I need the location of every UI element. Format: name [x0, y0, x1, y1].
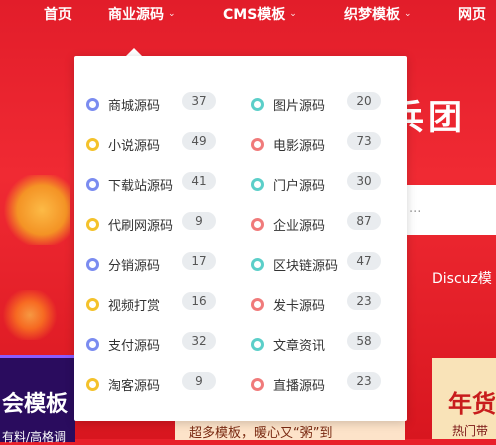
nav-commercial-source-label: 商业源码 — [108, 7, 164, 23]
dropdown-item-video-reward[interactable]: 视频打赏 16 — [86, 284, 236, 324]
chevron-down-icon: ⌄ — [168, 9, 176, 19]
promo-card-right-title: 年货 — [448, 390, 496, 418]
dropdown-item-label: 文章资讯 — [273, 338, 326, 354]
search-input[interactable]: ... — [395, 185, 496, 235]
promo-card-left-title: 会模板 — [2, 392, 69, 417]
chevron-down-icon: ⌄ — [289, 9, 297, 19]
ring-dot-icon — [86, 177, 99, 191]
dropdown-item-blockchain[interactable]: 区块链源码 47 — [251, 244, 401, 284]
promo-card-left[interactable]: 会模板 有料/高格调 — [0, 355, 75, 444]
dropdown-item-label: 分销源码 — [108, 258, 161, 274]
promo-card-right[interactable]: 年货 热门带 — [432, 358, 496, 439]
count-badge: 87 — [347, 212, 381, 230]
dropdown-item-label: 区块链源码 — [273, 258, 339, 274]
ring-dot-icon — [251, 337, 264, 351]
ring-dot-icon — [251, 377, 264, 391]
dropdown-item-image[interactable]: 图片源码 20 — [251, 84, 401, 124]
dropdown-item-label: 支付源码 — [108, 338, 161, 354]
ring-dot-icon — [251, 217, 264, 231]
dropdown-item-movie[interactable]: 电影源码 73 — [251, 124, 401, 164]
count-badge: 23 — [347, 292, 381, 310]
promo-card-right-subtitle: 热门带 — [452, 424, 489, 438]
nav-dede-templates[interactable]: 织梦模板 ⌄ — [344, 4, 412, 24]
ring-dot-icon — [251, 257, 264, 271]
count-badge: 30 — [347, 172, 381, 190]
nav-commercial-source[interactable]: 商业源码 ⌄ — [108, 4, 176, 24]
count-badge: 41 — [182, 172, 216, 190]
count-badge: 58 — [347, 332, 381, 350]
ring-dot-icon — [86, 137, 99, 151]
dropdown-item-label: 企业源码 — [273, 218, 326, 234]
count-badge: 16 — [182, 292, 216, 310]
firework-decoration — [0, 290, 60, 340]
count-badge: 9 — [182, 372, 216, 390]
dropdown-item-mall[interactable]: 商城源码 37 — [86, 84, 236, 124]
ring-dot-icon — [251, 97, 264, 111]
dropdown-item-live[interactable]: 直播源码 23 — [251, 364, 401, 404]
dropdown-item-label: 门户源码 — [273, 178, 326, 194]
ring-dot-icon — [86, 337, 99, 351]
dropdown-item-label: 电影源码 — [273, 138, 326, 154]
count-badge: 49 — [182, 132, 216, 150]
nav-web-label: 网页 — [458, 7, 486, 23]
dropdown-item-label: 下载站源码 — [108, 178, 174, 194]
dropdown-item-label: 视频打赏 — [108, 298, 161, 314]
dropdown-item-card-issue[interactable]: 发卡源码 23 — [251, 284, 401, 324]
nav-web[interactable]: 网页 — [458, 4, 486, 24]
dropdown-item-payment[interactable]: 支付源码 32 — [86, 324, 236, 364]
dropdown-item-taoke[interactable]: 淘客源码 9 — [86, 364, 236, 404]
count-badge: 47 — [347, 252, 381, 270]
dropdown-item-article[interactable]: 文章资讯 58 — [251, 324, 401, 364]
nav-cms-templates[interactable]: CMS模板 ⌄ — [223, 4, 297, 24]
commercial-source-dropdown: 商城源码 37 小说源码 49 下载站源码 41 代刷网源码 9 分销源码 17 视频打赏… — [74, 56, 407, 421]
chevron-down-icon: ⌄ — [404, 9, 412, 19]
dropdown-item-proxy-site[interactable]: 代刷网源码 9 — [86, 204, 236, 244]
count-badge: 17 — [182, 252, 216, 270]
nav-cms-templates-label: CMS模板 — [223, 7, 286, 23]
ring-dot-icon — [86, 97, 99, 111]
promo-card-mid-text: 超多模板，暖心又“粥”到 — [189, 426, 333, 441]
ring-dot-icon — [86, 257, 99, 271]
dropdown-item-label: 发卡源码 — [273, 298, 326, 314]
dropdown-item-label: 商城源码 — [108, 98, 161, 114]
nav-home[interactable]: 首页 — [44, 4, 72, 24]
promo-card-left-subtitle: 有料/高格调 — [2, 430, 67, 444]
count-badge: 37 — [182, 92, 216, 110]
ring-dot-icon — [86, 377, 99, 391]
dropdown-item-distribution[interactable]: 分销源码 17 — [86, 244, 236, 284]
ring-dot-icon — [251, 137, 264, 151]
count-badge: 23 — [347, 372, 381, 390]
dropdown-item-label: 直播源码 — [273, 378, 326, 394]
nav-home-label: 首页 — [44, 7, 72, 23]
top-navigation: 首页 商业源码 ⌄ CMS模板 ⌄ 织梦模板 ⌄ 网页 — [0, 0, 496, 28]
gold-ingot-decoration — [0, 175, 70, 245]
dropdown-item-label: 图片源码 — [273, 98, 326, 114]
dropdown-item-download-site[interactable]: 下载站源码 41 — [86, 164, 236, 204]
dropdown-item-label: 小说源码 — [108, 138, 161, 154]
discuz-link[interactable]: Discuz模 — [432, 268, 492, 288]
nav-dede-templates-label: 织梦模板 — [344, 7, 400, 23]
dropdown-item-label: 代刷网源码 — [108, 218, 174, 234]
count-badge: 32 — [182, 332, 216, 350]
dropdown-pointer — [126, 48, 142, 56]
ring-dot-icon — [251, 297, 264, 311]
dropdown-item-label: 淘客源码 — [108, 378, 161, 394]
count-badge: 73 — [347, 132, 381, 150]
ring-dot-icon — [86, 217, 99, 231]
dropdown-column-left: 商城源码 37 小说源码 49 下载站源码 41 代刷网源码 9 分销源码 17 视频打赏… — [86, 84, 236, 404]
ring-dot-icon — [86, 297, 99, 311]
dropdown-item-novel[interactable]: 小说源码 49 — [86, 124, 236, 164]
ring-dot-icon — [251, 177, 264, 191]
dropdown-item-enterprise[interactable]: 企业源码 87 — [251, 204, 401, 244]
count-badge: 9 — [182, 212, 216, 230]
count-badge: 20 — [347, 92, 381, 110]
dropdown-item-portal[interactable]: 门户源码 30 — [251, 164, 401, 204]
search-placeholder: ... — [409, 201, 422, 216]
dropdown-column-right: 图片源码 20 电影源码 73 门户源码 30 企业源码 87 区块链源码 47 发卡源码… — [251, 84, 401, 404]
